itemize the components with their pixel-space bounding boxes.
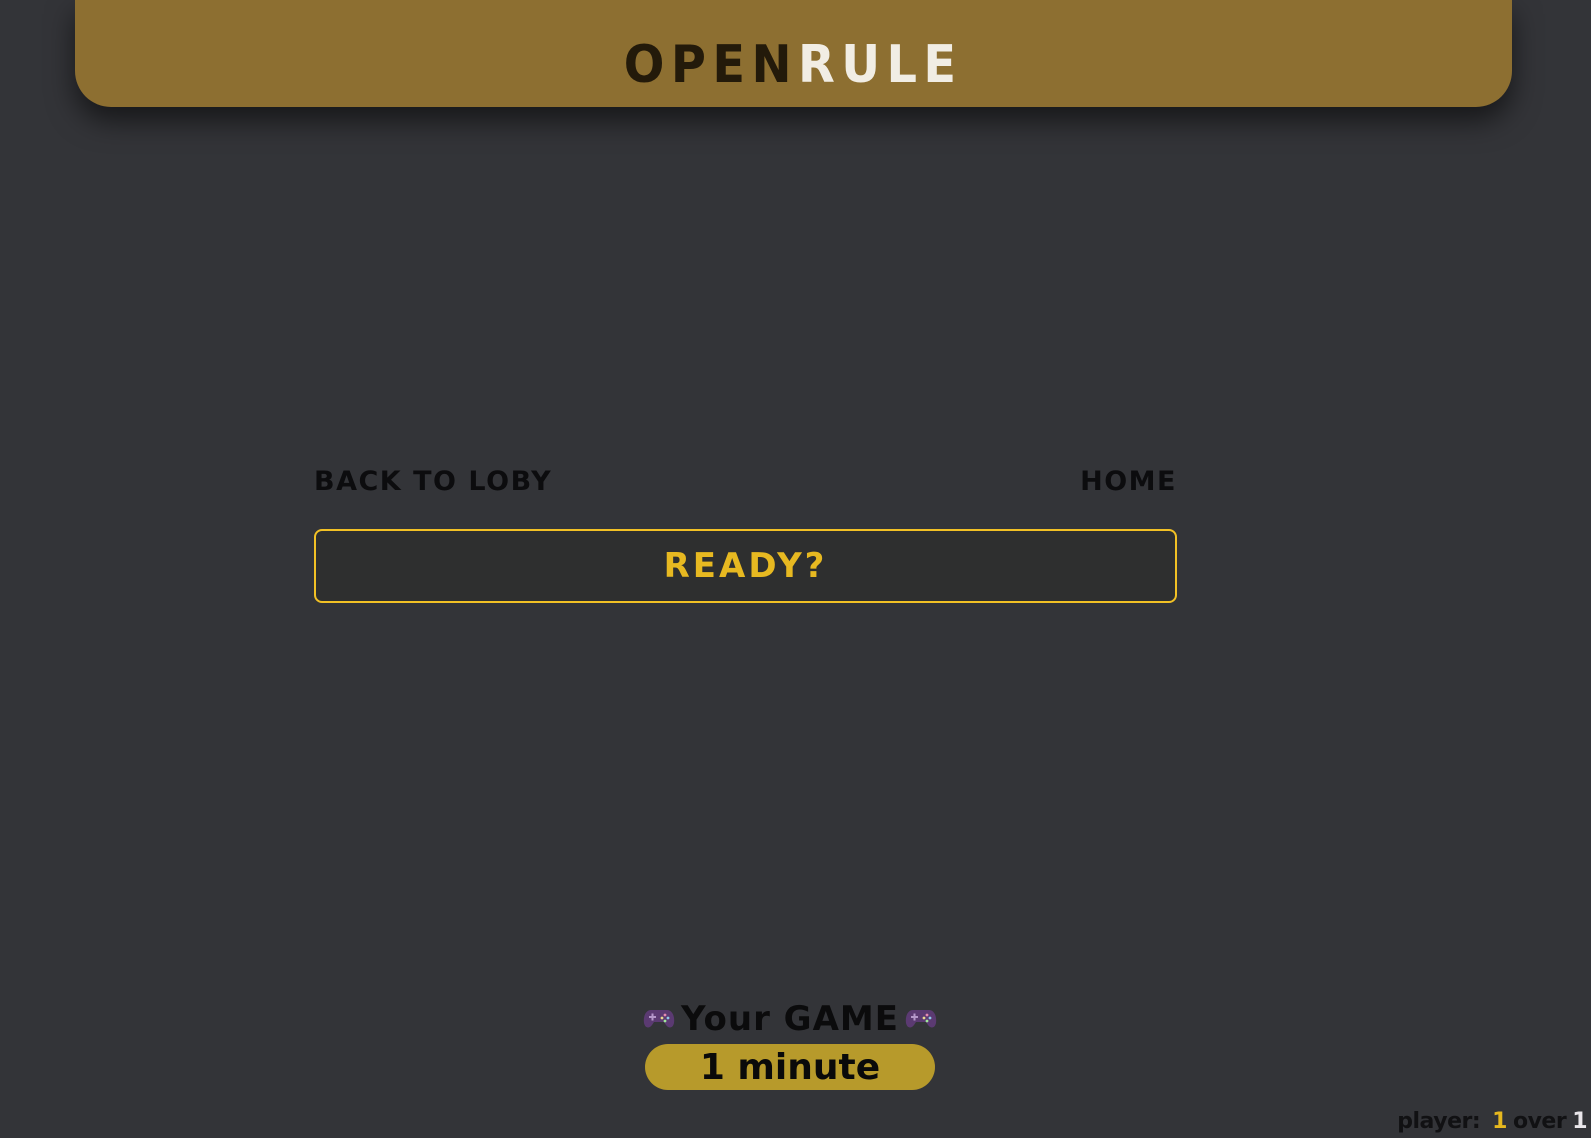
back-to-lobby-link[interactable]: BACK TO LOBY [314, 466, 552, 497]
player-count-label: player: [1397, 1109, 1481, 1134]
player-count-total: 1 [1572, 1109, 1587, 1134]
game-controller-icon [905, 1010, 937, 1028]
game-controller-icon [643, 1010, 675, 1028]
game-info: Your GAME 1 minute [640, 1000, 940, 1090]
top-header: OPEN RULE [75, 0, 1512, 107]
player-count-separator: over [1512, 1109, 1567, 1134]
home-link[interactable]: HOME [1080, 466, 1177, 497]
game-duration-badge: 1 minute [645, 1044, 935, 1090]
game-title: Your GAME [643, 1000, 937, 1038]
nav-row: BACK TO LOBY HOME [314, 466, 1177, 497]
ready-button[interactable]: READY? [314, 529, 1177, 603]
logo-rule-text: RULE [798, 35, 963, 95]
app-logo: OPEN RULE [624, 39, 963, 91]
ready-button-label: READY? [663, 546, 828, 586]
player-count-current: 1 [1492, 1109, 1507, 1134]
logo-open-text: OPEN [624, 35, 799, 95]
game-title-text: Your GAME [681, 999, 899, 1039]
player-count: player: 1 over 1 [1397, 1109, 1587, 1134]
page: OPEN RULE BACK TO LOBY HOME READY? Your … [0, 0, 1591, 1138]
